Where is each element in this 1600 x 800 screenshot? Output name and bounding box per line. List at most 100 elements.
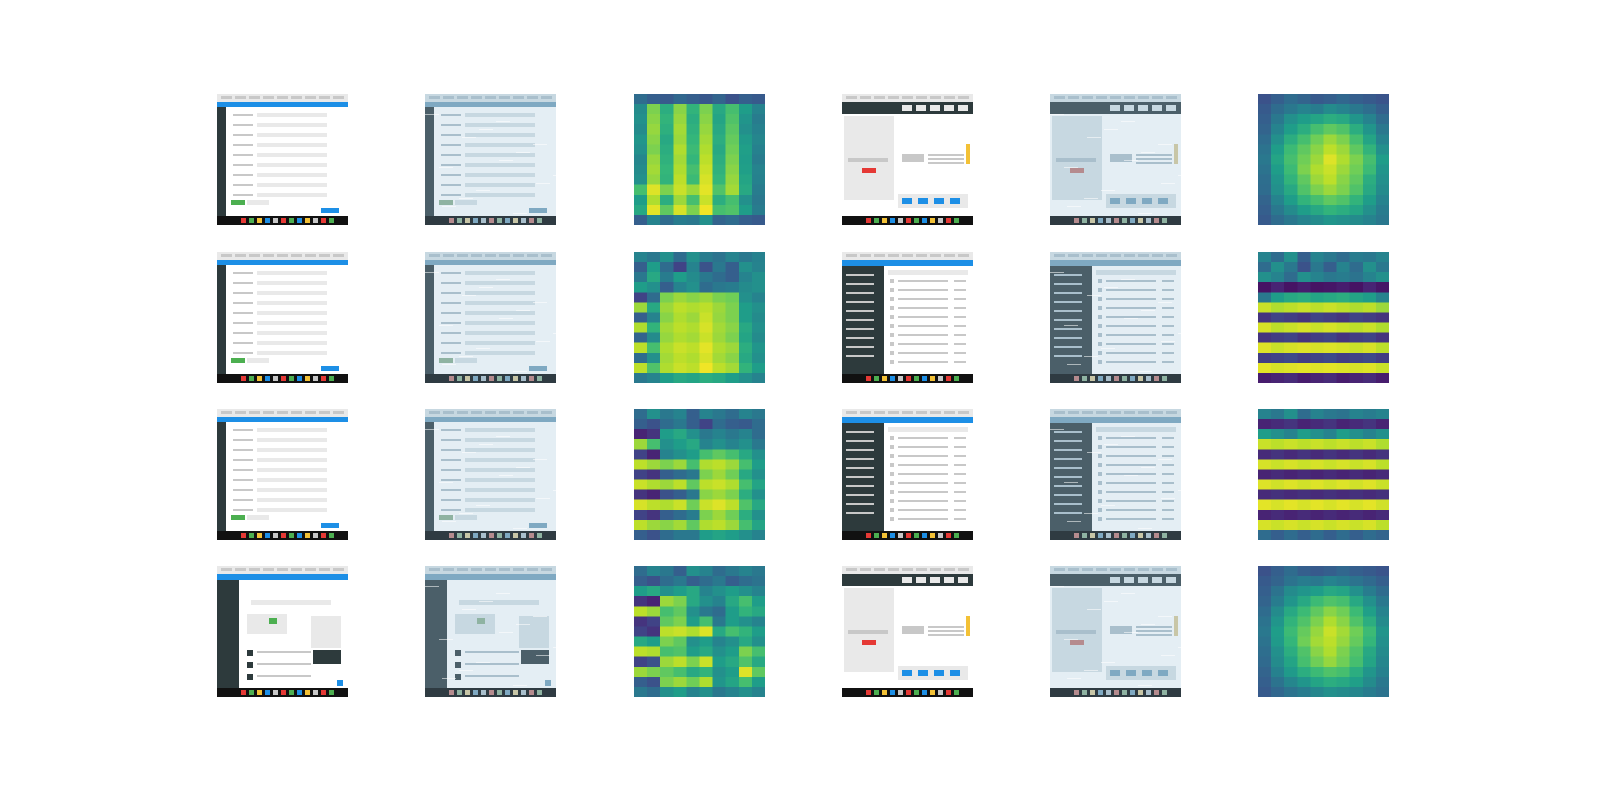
form-label — [233, 144, 253, 146]
heatmap-cell — [686, 509, 700, 521]
form-label — [441, 174, 461, 176]
heatmap-cell — [1336, 409, 1350, 420]
list-item-icon — [890, 279, 894, 283]
heatmap-cell — [1297, 292, 1311, 303]
heatmap-cell — [673, 499, 687, 510]
action-button — [1070, 168, 1084, 173]
heatmap-cell — [751, 104, 765, 115]
heatmap-cell — [1310, 449, 1324, 460]
heatmap-cell — [1310, 596, 1324, 607]
list-item-text — [1106, 325, 1156, 327]
heatmap-cell — [1310, 164, 1324, 175]
row-2-group-1-heatmap-cells — [634, 252, 765, 383]
heatmap-cell — [1271, 302, 1285, 313]
browser-tab — [888, 254, 899, 257]
heatmap-cell — [660, 214, 674, 225]
taskbar-app-icon — [1146, 218, 1151, 223]
browser-tab — [930, 254, 941, 257]
list-item-icon — [1098, 306, 1102, 310]
row-4-group-2-heatmap — [1258, 566, 1389, 697]
heatmap-cell — [1310, 636, 1324, 647]
heatmap-cell — [673, 322, 687, 333]
overlay-streak — [1050, 586, 1064, 587]
heatmap-cell — [1375, 666, 1389, 678]
heatmap-cell — [1271, 469, 1285, 480]
heatmap-cell — [725, 616, 740, 627]
list-item-icon — [1098, 463, 1102, 467]
heatmap-cell — [1375, 322, 1389, 333]
heatmap-cell — [1362, 499, 1377, 510]
action-button — [862, 640, 876, 645]
heatmap-cell — [634, 292, 648, 303]
heatmap-cell — [647, 154, 661, 165]
form-field — [257, 351, 327, 355]
heatmap-cell — [699, 626, 713, 637]
form-field — [257, 488, 327, 492]
taskbar-app-icon — [874, 690, 879, 695]
heatmap-cell — [1323, 214, 1337, 225]
heatmap-cell — [1375, 449, 1389, 460]
heatmap-cell — [647, 646, 661, 657]
heatmap-cell — [738, 144, 753, 155]
heatmap-cell — [673, 409, 687, 420]
heatmap-cell — [660, 676, 674, 688]
taskbar-app-icon — [281, 533, 286, 538]
heatmap-cell — [699, 214, 713, 225]
heatmap-cell — [1336, 114, 1350, 125]
heatmap-cell — [699, 362, 713, 374]
taskbar-app-icon — [1122, 533, 1127, 538]
row-3-group-1-heatmap — [634, 409, 765, 540]
heatmap-cell — [1323, 184, 1337, 195]
form-label — [233, 282, 253, 284]
heatmap-cell — [660, 626, 674, 637]
heatmap-cell — [1258, 646, 1272, 657]
heatmap-cell — [673, 616, 687, 627]
heatmap-cell — [1310, 606, 1324, 617]
heatmap-cell — [1297, 312, 1311, 323]
heatmap-cell — [1362, 586, 1377, 597]
browser-tab — [902, 96, 913, 99]
heatmap-cell — [751, 626, 765, 637]
heatmap-cell — [1258, 469, 1272, 480]
list-item-text — [898, 361, 948, 363]
heatmap-cell — [1375, 499, 1389, 510]
overlay-streak — [459, 356, 473, 357]
taskbar-app-icon — [249, 218, 254, 223]
heatmap-cell — [634, 509, 648, 521]
heatmap-cell — [738, 439, 753, 450]
heatmap-cell — [647, 479, 661, 490]
heatmap-cell — [1362, 282, 1377, 293]
taskbar-app-icon — [946, 690, 951, 695]
browser-tab — [888, 411, 899, 414]
taskbar-app-icon — [1074, 690, 1079, 695]
heatmap-cell — [1375, 616, 1389, 627]
heatmap-cell — [751, 576, 765, 587]
heatmap-cell — [1310, 499, 1324, 510]
heatmap-cell — [1310, 214, 1324, 225]
taskbar-app-icon — [329, 690, 334, 695]
browser-tab — [499, 568, 510, 571]
heatmap-cell — [699, 499, 713, 510]
taskbar-app-icon — [489, 376, 494, 381]
card-left — [455, 614, 495, 634]
browser-tab — [443, 411, 454, 414]
heatmap-cell — [660, 154, 674, 165]
taskbar-app-icon — [1114, 218, 1119, 223]
heatmap-cell — [686, 272, 700, 283]
taskbar-app-icon — [513, 218, 518, 223]
list-item-text — [898, 482, 948, 484]
heatmap-cell — [1310, 529, 1324, 540]
form-field — [465, 143, 535, 147]
footer-tile — [1126, 670, 1136, 676]
heatmap-cell — [673, 686, 687, 697]
heatmap-cell — [725, 626, 740, 637]
heatmap-cell — [1323, 576, 1337, 587]
heatmap-cell — [1323, 174, 1337, 185]
product-image — [902, 154, 924, 162]
form-label — [233, 154, 253, 156]
list-item-text — [1106, 280, 1156, 282]
browser-tab — [1110, 568, 1121, 571]
taskbar-app-icon — [313, 533, 318, 538]
browser-tab — [944, 254, 955, 257]
taskbar-app-icon — [1138, 533, 1143, 538]
